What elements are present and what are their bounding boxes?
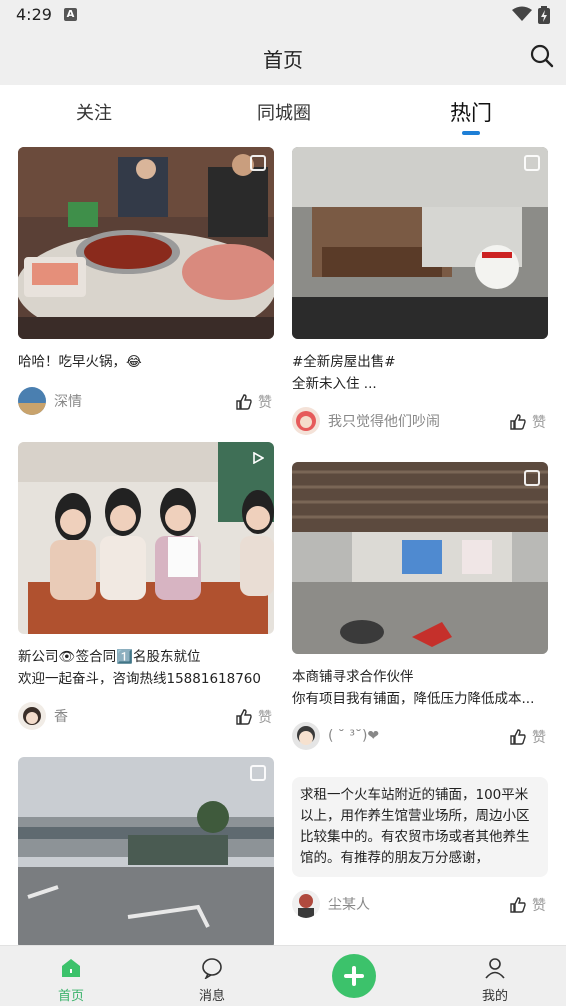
post-image[interactable] [292, 462, 548, 654]
search-icon[interactable] [530, 44, 554, 68]
nav-profile-label: 我的 [481, 989, 508, 1004]
caption-line: 欢迎一起奋斗，咨询热线15881618760 [18, 671, 261, 687]
battery-icon [538, 6, 550, 24]
post-author[interactable]: 香 [18, 702, 68, 730]
caption-line: 新公司👁签合同1️⃣名股东就位 [18, 649, 201, 665]
feed-tabs: 关注 同城圈 热门 [0, 85, 566, 137]
tab-local-circle[interactable]: 同城圈 [257, 99, 311, 125]
page-title: 首页 [263, 48, 303, 72]
like-label: 赞 [258, 710, 272, 726]
post-author[interactable]: 我只觉得他们吵闹 [292, 407, 440, 435]
post-caption: 新公司👁签合同1️⃣名股东就位 欢迎一起奋斗，咨询热线15881618760 [18, 646, 274, 690]
like-label: 赞 [258, 395, 272, 411]
message-icon [202, 958, 222, 979]
author-name: 我只觉得他们吵闹 [328, 414, 440, 430]
post-image[interactable] [18, 147, 274, 339]
profile-icon [485, 958, 505, 979]
avatar[interactable] [18, 387, 46, 415]
thumbs-up-icon [510, 729, 526, 745]
author-name: 香 [54, 709, 68, 725]
multi-image-icon [524, 470, 540, 486]
post-caption: 本商铺寻求合作伙伴 你有项目我有铺面，降低压力降低成本... [292, 666, 548, 710]
emoji: 😂 [126, 354, 142, 370]
post-caption: 哈哈！吃早火锅，😂 [18, 351, 274, 373]
multi-image-icon [250, 765, 266, 781]
text-post-card[interactable]: 求租一个火车站附近的铺面，100平米以上，用作养生馆营业场所，周边小区比较集中的… [292, 777, 548, 877]
post-image[interactable] [292, 147, 548, 339]
status-bar: 4:29 A [0, 0, 566, 30]
avatar[interactable] [292, 722, 320, 750]
home-icon [62, 959, 80, 977]
thumbs-up-icon [236, 394, 252, 410]
caption-line: 哈哈！吃早火锅， [18, 354, 126, 370]
post-author[interactable]: ( ˘ ³˘)❤ [292, 722, 379, 750]
caption-line: 你有项目我有铺面，降低压力降低成本... [292, 691, 535, 707]
post-image[interactable] [18, 757, 274, 945]
author-name: 尘某人 [328, 897, 370, 913]
app-header: 首页 [0, 30, 566, 85]
like-button[interactable]: 赞 [510, 895, 546, 915]
avatar[interactable] [292, 890, 320, 918]
notification-a-icon: A [64, 8, 77, 21]
post-caption: #全新房屋出售# 全新未入住 ... [292, 351, 548, 395]
wifi-icon [512, 6, 532, 21]
post-video-thumbnail[interactable] [18, 442, 274, 634]
post-author[interactable]: 尘某人 [292, 890, 370, 918]
thumbs-up-icon [236, 709, 252, 725]
author-name: ( ˘ ³˘)❤ [328, 728, 380, 744]
feed-grid[interactable]: 哈哈！吃早火锅，😂 深情 赞 新公司👁签合同1️⃣名股东就位 欢迎一起奋斗，咨询… [0, 137, 566, 945]
nav-messages[interactable]: 消息 [172, 946, 252, 1007]
bottom-nav: 首页 消息 我的 [0, 945, 566, 1006]
multi-image-icon [524, 155, 540, 171]
status-time: 4:29 [16, 5, 52, 24]
nav-messages-label: 消息 [198, 989, 225, 1004]
multi-image-icon [250, 155, 266, 171]
tab-hot[interactable]: 热门 [450, 97, 492, 127]
nav-profile[interactable]: 我的 [455, 946, 535, 1007]
author-name: 深情 [54, 394, 82, 410]
thumbs-up-icon [510, 897, 526, 913]
tab-indicator [462, 131, 480, 135]
post-author[interactable]: 深情 [18, 387, 82, 415]
like-button[interactable]: 赞 [510, 412, 546, 432]
caption-line: #全新房屋出售# [292, 354, 396, 370]
thumbs-up-icon [510, 414, 526, 430]
like-button[interactable]: 赞 [236, 392, 272, 412]
like-button[interactable]: 赞 [510, 727, 546, 747]
like-label: 赞 [532, 730, 546, 746]
nav-home[interactable]: 首页 [31, 946, 111, 1007]
caption-line: 本商铺寻求合作伙伴 [292, 669, 414, 685]
avatar[interactable] [18, 702, 46, 730]
nav-home-label: 首页 [57, 989, 84, 1004]
like-label: 赞 [532, 898, 546, 914]
plus-icon[interactable] [332, 954, 376, 998]
tab-following[interactable]: 关注 [76, 99, 112, 125]
video-play-icon [253, 452, 264, 464]
like-label: 赞 [532, 415, 546, 431]
text-post-body: 求租一个火车站附近的铺面，100平米以上，用作养生馆营业场所，周边小区比较集中的… [300, 787, 530, 866]
avatar[interactable] [292, 407, 320, 435]
caption-line: 全新未入住 ... [292, 376, 377, 392]
like-button[interactable]: 赞 [236, 707, 272, 727]
